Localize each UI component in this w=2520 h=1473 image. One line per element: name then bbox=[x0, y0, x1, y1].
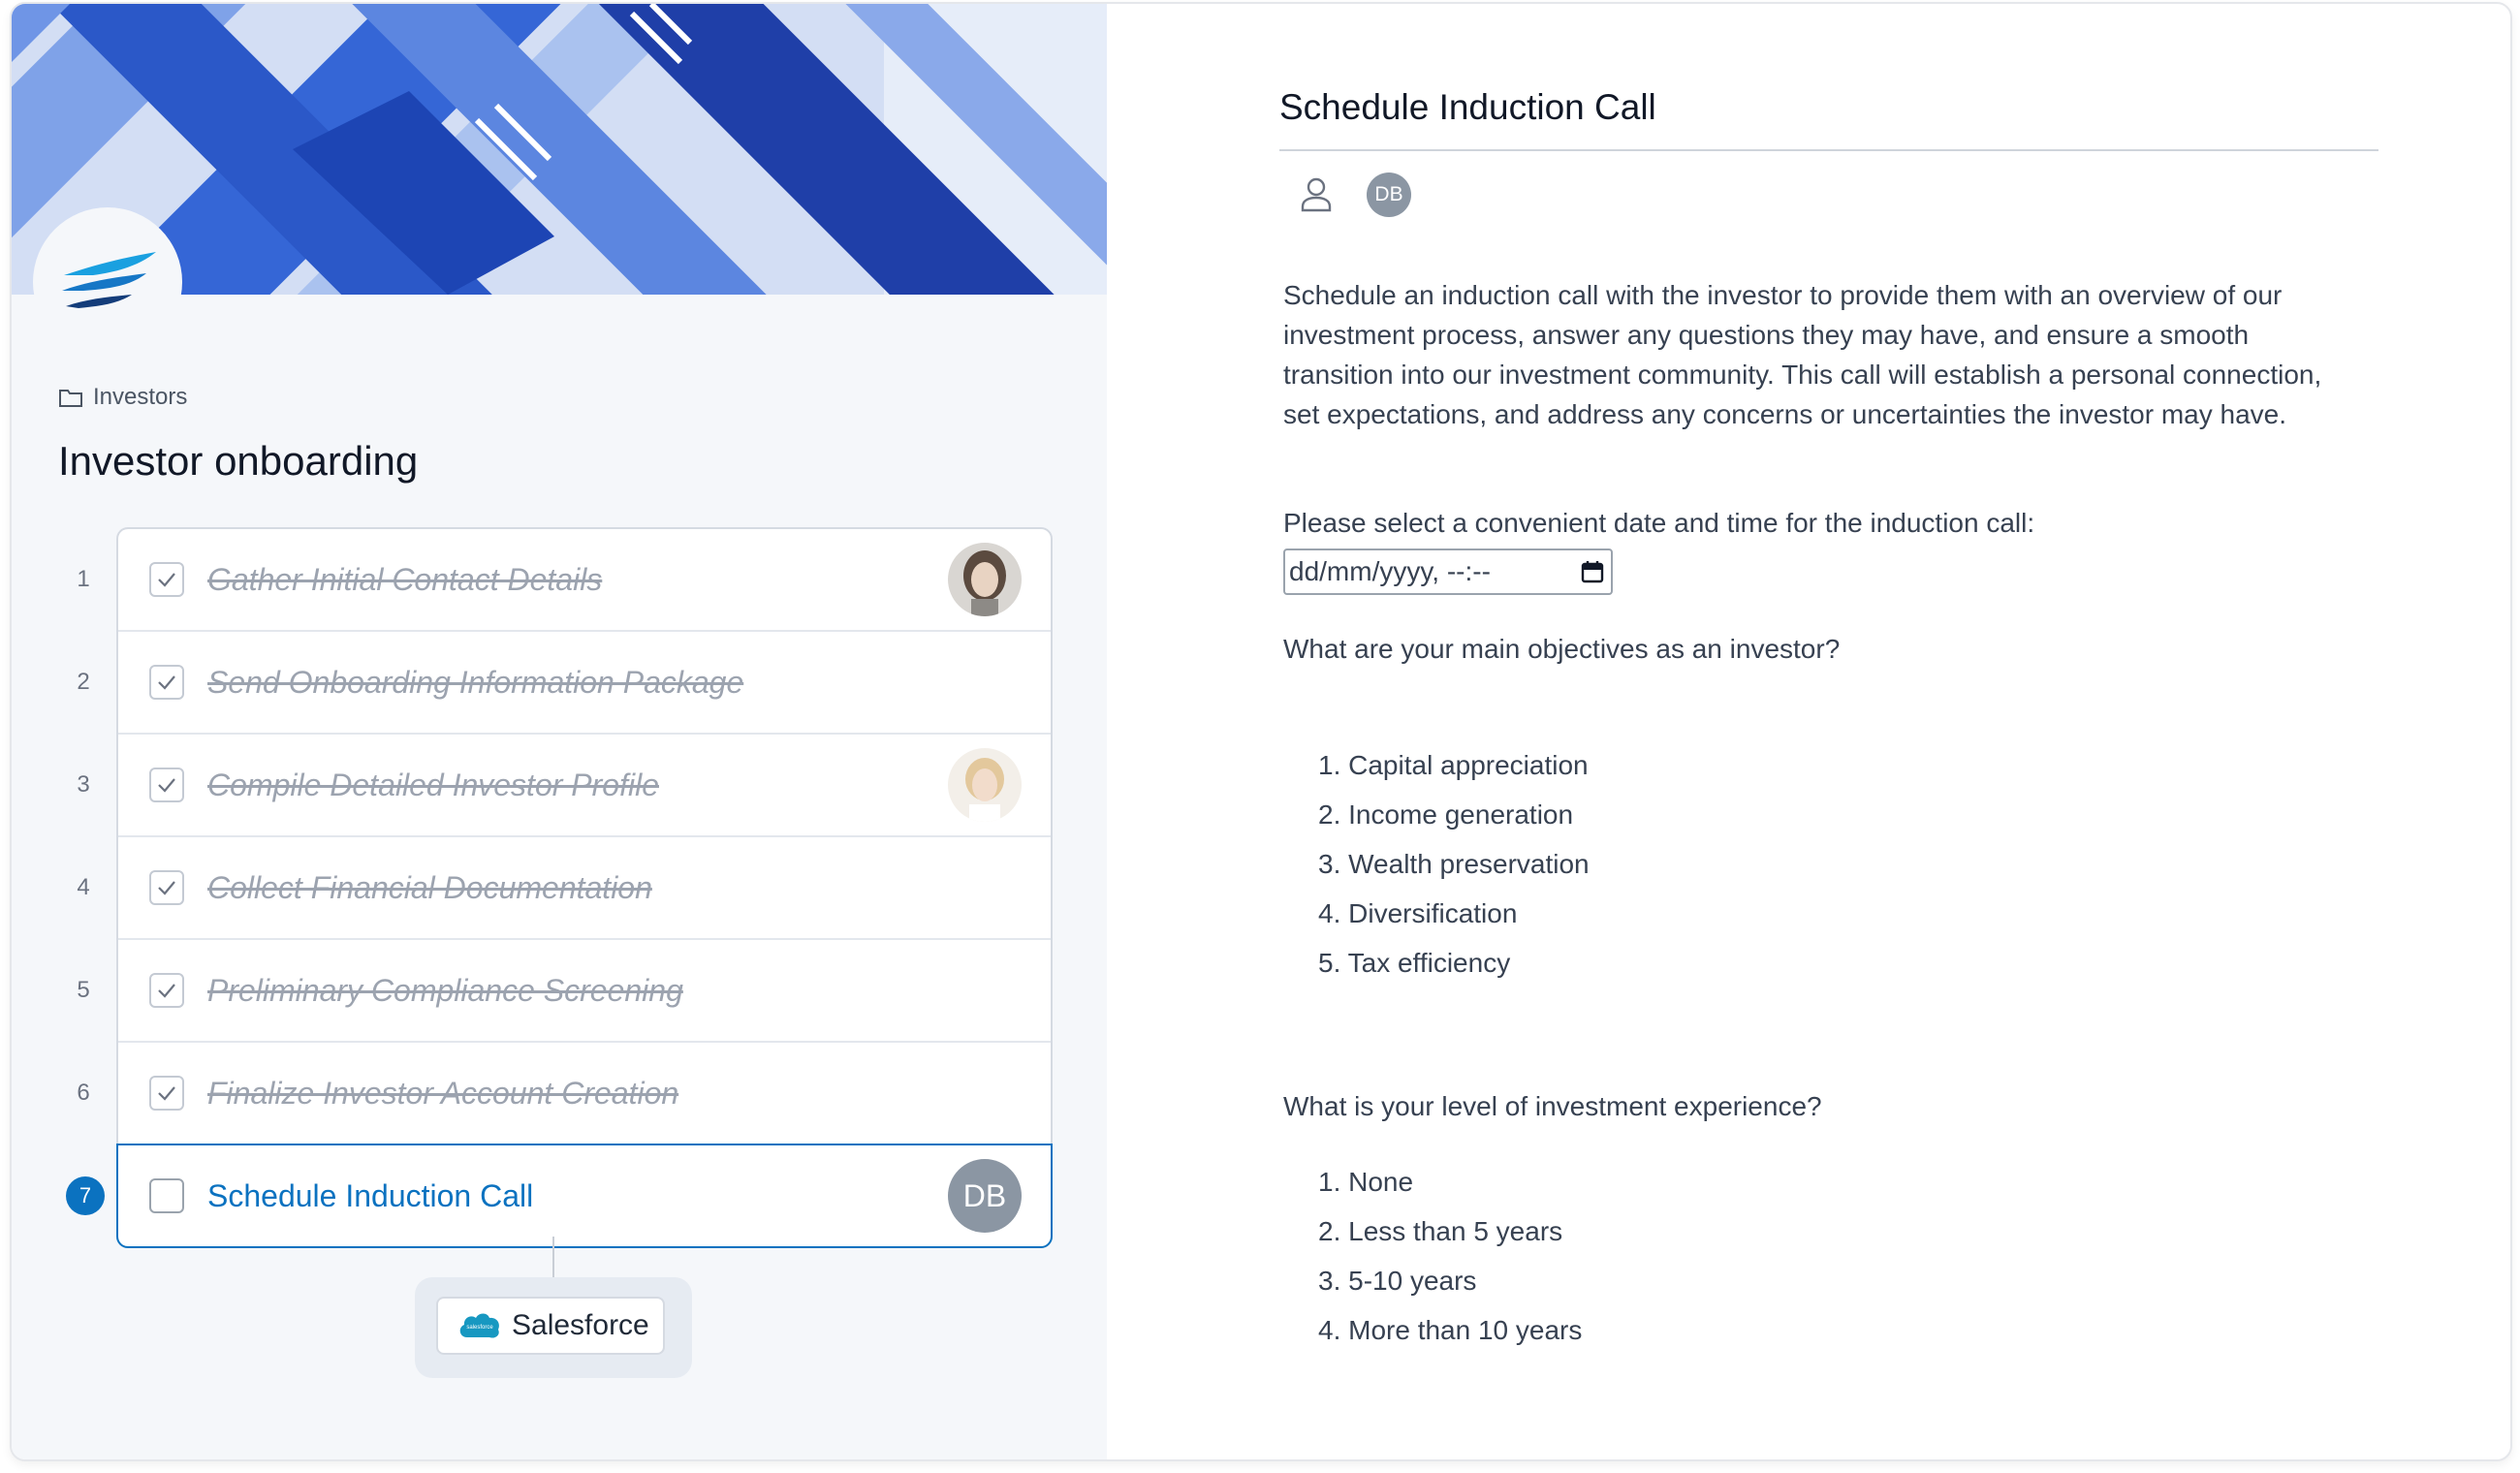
folder-icon bbox=[59, 390, 82, 407]
step-checkbox[interactable] bbox=[149, 562, 184, 597]
step-checkbox[interactable] bbox=[149, 973, 184, 1008]
step-checkbox[interactable] bbox=[149, 768, 184, 802]
calendar-icon[interactable] bbox=[1580, 559, 1605, 584]
step-number: 6 bbox=[77, 1080, 90, 1106]
task-title: Schedule Induction Call bbox=[1279, 87, 1656, 127]
step-label: Preliminary Compliance Screening bbox=[207, 972, 683, 1008]
check-icon bbox=[158, 778, 175, 793]
assignee-avatar bbox=[948, 543, 1022, 616]
connector-line bbox=[552, 1237, 554, 1277]
list-item: 4. More than 10 years bbox=[1318, 1315, 1583, 1345]
step-label: Gather Initial Contact Details bbox=[207, 561, 603, 597]
step-item[interactable]: 3 Compile Detailed Investor Profile bbox=[77, 735, 1051, 837]
check-icon bbox=[158, 1086, 175, 1101]
objectives-question: What are your main objectives as an inve… bbox=[1283, 634, 1841, 664]
step-number: 7 bbox=[66, 1176, 105, 1215]
step-checkbox[interactable] bbox=[149, 1178, 184, 1213]
list-item: 1. None bbox=[1318, 1167, 1414, 1197]
list-item: 5. Tax efficiency bbox=[1318, 948, 1511, 978]
step-checkbox[interactable] bbox=[149, 1076, 184, 1111]
step-item-active[interactable]: 7 Schedule Induction Call DB bbox=[66, 1144, 1053, 1248]
assignee-avatar: DB bbox=[948, 1159, 1022, 1233]
date-field-label: Please select a convenient date and time… bbox=[1283, 508, 2035, 538]
step-item[interactable]: 4 Collect Financial Documentation bbox=[77, 837, 1051, 940]
breadcrumb[interactable]: Investors bbox=[58, 384, 187, 411]
step-label: Schedule Induction Call bbox=[207, 1177, 534, 1213]
datetime-placeholder: dd/mm/yyyy, --:-- bbox=[1289, 556, 1491, 586]
experience-list: 1. None 2. Less than 5 years 3. 5-10 yea… bbox=[1318, 1157, 1582, 1355]
step-checkbox[interactable] bbox=[149, 665, 184, 700]
svg-text:salesforce: salesforce bbox=[466, 1325, 493, 1331]
title-divider bbox=[1279, 149, 2378, 151]
task-assignee-avatar[interactable]: DB bbox=[1367, 172, 1411, 217]
step-number: 4 bbox=[77, 874, 90, 900]
step-label: Collect Financial Documentation bbox=[207, 869, 652, 905]
list-item: 2. Income generation bbox=[1318, 799, 1574, 830]
step-label: Send Onboarding Information Package bbox=[207, 664, 744, 700]
list-item: 4. Diversification bbox=[1318, 898, 1518, 928]
list-item: 2. Less than 5 years bbox=[1318, 1216, 1563, 1246]
step-number: 1 bbox=[77, 566, 90, 592]
integration-panel: salesforce Salesforce bbox=[415, 1277, 692, 1378]
breadcrumb-label: Investors bbox=[93, 384, 188, 410]
objectives-list: 1. Capital appreciation 2. Income genera… bbox=[1318, 740, 1590, 987]
step-label: Compile Detailed Investor Profile bbox=[207, 767, 659, 802]
salesforce-integration-button[interactable]: salesforce Salesforce bbox=[436, 1297, 665, 1355]
check-icon bbox=[158, 984, 175, 998]
check-icon bbox=[158, 573, 175, 587]
cover-banner bbox=[12, 4, 1107, 295]
step-checkbox[interactable] bbox=[149, 870, 184, 905]
step-item[interactable]: 1 Gather Initial Contact Details bbox=[77, 529, 1051, 632]
workflow-panel: Investors Investor onboarding 1 Gather I… bbox=[12, 4, 1107, 1459]
list-item: 1. Capital appreciation bbox=[1318, 750, 1589, 780]
datetime-input[interactable]: dd/mm/yyyy, --:-- bbox=[1283, 548, 1613, 595]
workflow-card: Investors Investor onboarding 1 Gather I… bbox=[10, 2, 2512, 1461]
experience-question: What is your level of investment experie… bbox=[1283, 1091, 1822, 1121]
active-step-badge: 7 bbox=[66, 1176, 105, 1215]
check-icon bbox=[158, 881, 175, 895]
integration-label: Salesforce bbox=[512, 1309, 649, 1341]
page-title: Investor onboarding bbox=[58, 438, 419, 484]
salesforce-cloud-icon: salesforce bbox=[459, 1313, 499, 1338]
step-list: 1 Gather Initial Contact Details 2 Send … bbox=[66, 527, 1053, 1248]
step-number: 2 bbox=[77, 669, 90, 695]
step-number: 5 bbox=[77, 977, 90, 1003]
company-logo bbox=[33, 207, 182, 357]
assignee-avatar bbox=[948, 748, 1022, 822]
task-description: Schedule an induction call with the inve… bbox=[1283, 280, 2322, 429]
step-label: Finalize Investor Account Creation bbox=[207, 1075, 679, 1111]
list-item: 3. 5-10 years bbox=[1318, 1266, 1477, 1296]
check-icon bbox=[158, 675, 175, 690]
step-item[interactable]: 5 Preliminary Compliance Screening bbox=[77, 940, 1051, 1043]
user-icon[interactable] bbox=[1299, 176, 1334, 213]
step-item[interactable]: 2 Send Onboarding Information Package bbox=[77, 632, 1051, 735]
step-item[interactable]: 6 Finalize Investor Account Creation bbox=[77, 1043, 1051, 1145]
step-number: 3 bbox=[77, 771, 90, 798]
list-item: 3. Wealth preservation bbox=[1318, 849, 1590, 879]
